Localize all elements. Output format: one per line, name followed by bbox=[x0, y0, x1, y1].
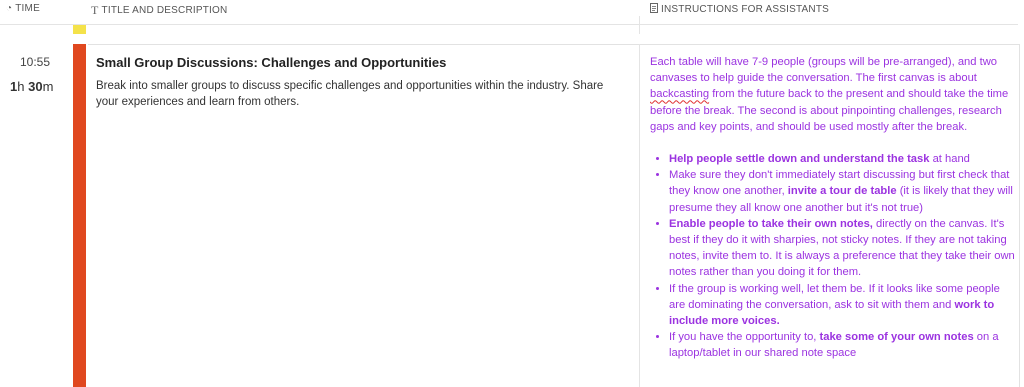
duration-hour-unit: h bbox=[17, 79, 25, 94]
previous-item-color-bar[interactable] bbox=[73, 25, 86, 34]
previous-row-column-divider bbox=[639, 16, 640, 34]
clock-icon: ◔ bbox=[6, 3, 13, 14]
row-border-top bbox=[88, 44, 1020, 45]
session-color-bar[interactable] bbox=[73, 44, 86, 387]
list-item: If the group is working well, let them b… bbox=[669, 281, 1015, 330]
list-item: Help people settle down and understand t… bbox=[669, 151, 1015, 167]
instructions-list: Help people settle down and understand t… bbox=[669, 151, 1015, 362]
list-item: If you have the opportunity to, take som… bbox=[669, 329, 1015, 361]
title-header-label: TITLE AND DESCRIPTION bbox=[101, 5, 228, 16]
title-column-header[interactable]: T TITLE AND DESCRIPTION bbox=[91, 3, 227, 18]
instructions-intro: Each table will have 7-9 people (groups … bbox=[650, 56, 1009, 133]
session-title[interactable]: Small Group Discussions: Challenges and … bbox=[96, 55, 446, 70]
list-item: Make sure they don't immediately start d… bbox=[669, 167, 1015, 216]
list-item: Enable people to take their own notes, d… bbox=[669, 216, 1015, 281]
column-header-row: ◔ TIME T TITLE AND DESCRIPTION INSTRUCTI… bbox=[0, 0, 1024, 18]
time-header-label: TIME bbox=[15, 3, 40, 14]
assistant-instructions[interactable]: Each table will have 7-9 people (groups … bbox=[650, 54, 1015, 362]
previous-row-border bbox=[0, 24, 1018, 25]
duration[interactable]: 1h 30m bbox=[10, 79, 53, 94]
row-border-right bbox=[1019, 44, 1020, 387]
text-icon: T bbox=[91, 3, 99, 17]
duration-minutes: 30 bbox=[28, 79, 43, 94]
start-time[interactable]: 10:55 bbox=[20, 55, 50, 69]
session-description[interactable]: Break into smaller groups to discuss spe… bbox=[96, 78, 626, 110]
spellcheck-word: backcasting bbox=[650, 88, 710, 101]
instructions-column-header[interactable]: INSTRUCTIONS FOR ASSISTANTS bbox=[650, 3, 829, 16]
document-icon bbox=[650, 3, 658, 16]
instructions-header-label: INSTRUCTIONS FOR ASSISTANTS bbox=[661, 4, 830, 15]
time-column-header[interactable]: ◔ TIME bbox=[6, 3, 40, 14]
duration-minute-unit: m bbox=[42, 79, 54, 94]
column-divider bbox=[639, 44, 640, 387]
